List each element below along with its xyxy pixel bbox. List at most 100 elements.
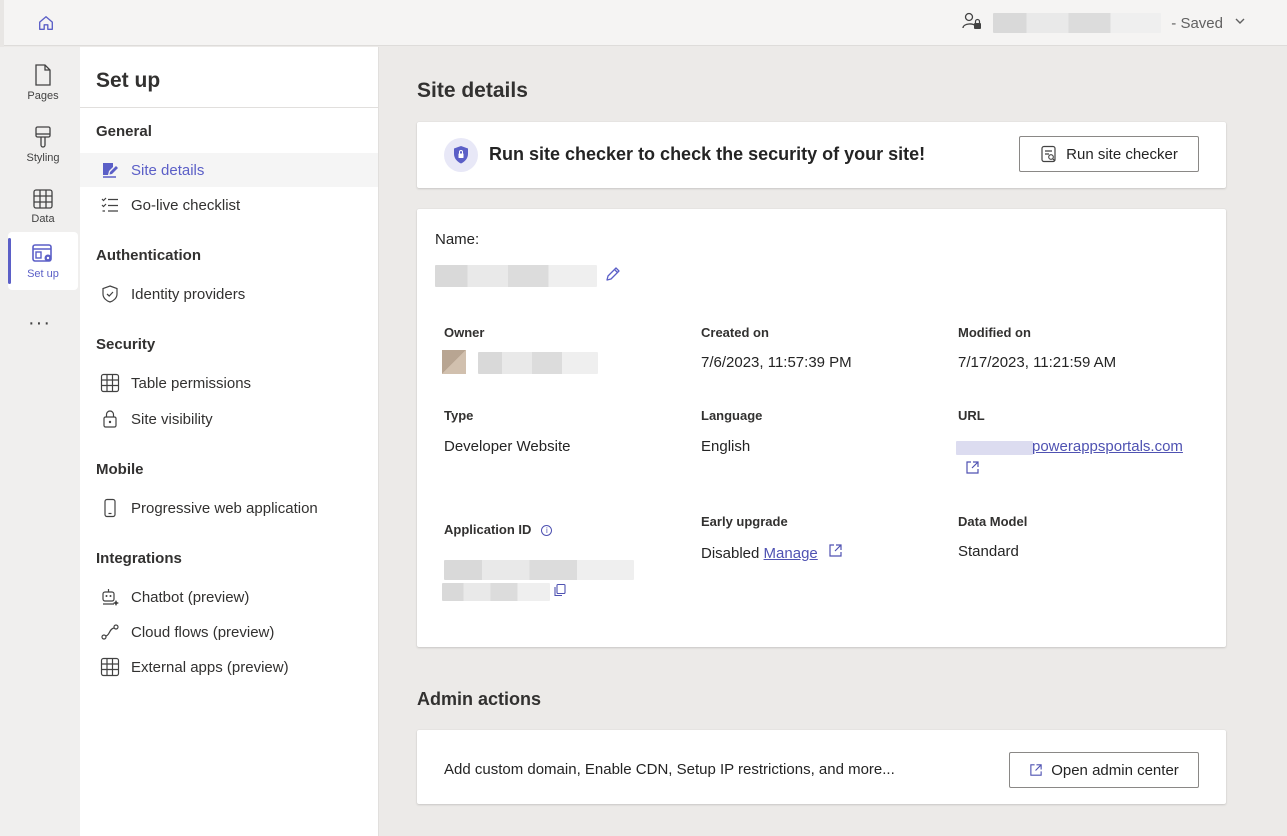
nav-label: External apps (preview): [131, 658, 289, 676]
setup-panel: Set up General Site details Go-live chec…: [80, 47, 379, 836]
run-site-checker-label: Run site checker: [1066, 145, 1178, 163]
early-upgrade-value: Disabled Manage: [701, 543, 843, 562]
site-name-redacted: [993, 13, 1162, 33]
early-upgrade-label: Early upgrade: [701, 514, 788, 529]
created-on-value: 7/6/2023, 11:57:39 PM: [701, 354, 852, 371]
name-label: Name:: [435, 231, 480, 248]
nav-item-site-details[interactable]: Site details: [80, 153, 378, 187]
owner-name-redacted: [478, 352, 598, 374]
nav-item-cloud-flows[interactable]: Cloud flows (preview): [80, 615, 378, 649]
nav-label: Site visibility: [131, 410, 213, 428]
site-checker-card: Run site checker to check the security o…: [417, 122, 1226, 188]
nav-label: Go-live checklist: [131, 196, 241, 214]
type-value: Developer Website: [444, 438, 571, 455]
section-general: General: [96, 123, 152, 140]
section-mobile: Mobile: [96, 461, 144, 478]
data-model-label: Data Model: [958, 514, 1028, 529]
early-upgrade-status: Disabled: [701, 545, 760, 562]
type-label: Type: [444, 408, 474, 423]
section-authentication: Authentication: [96, 247, 201, 264]
main-content: Site details Run site checker to check t…: [380, 47, 1287, 836]
rail-label: Set up: [27, 267, 59, 280]
modified-on-value: 7/17/2023, 11:21:59 AM: [958, 354, 1117, 371]
left-rail: Pages Styling Data Set up ···: [0, 47, 80, 836]
site-checker-message: Run site checker to check the security o…: [489, 144, 926, 164]
nav-item-chatbot[interactable]: Chatbot (preview): [80, 580, 378, 614]
external-link-icon: [1030, 764, 1042, 776]
nav-item-progressive-web-application[interactable]: Progressive web application: [80, 491, 378, 525]
rail-item-styling[interactable]: Styling: [8, 115, 78, 173]
application-id-label-text: Application ID: [444, 522, 532, 537]
site-url-link[interactable]: powerappsportals.com: [1032, 438, 1183, 455]
language-label: Language: [701, 408, 763, 423]
admin-actions-description: Add custom domain, Enable CDN, Setup IP …: [444, 761, 895, 778]
site-status: - Saved: [961, 10, 1247, 36]
rail-label: Styling: [26, 151, 60, 164]
manage-link[interactable]: Manage: [764, 545, 818, 562]
copy-icon[interactable]: [553, 583, 567, 602]
site-details-card: Name: Owner Created on 7/6/2023, 11:57:3…: [417, 209, 1226, 647]
setup-title: Set up: [96, 69, 161, 92]
rail-label: Data: [31, 212, 55, 225]
table-icon: [33, 188, 53, 209]
setup-icon: [32, 243, 52, 262]
nav-label: Table permissions: [131, 374, 252, 392]
checklist-doc-icon: [1041, 145, 1056, 163]
chevron-down-icon[interactable]: [1233, 14, 1247, 32]
user-lock-icon[interactable]: [961, 10, 983, 36]
nav-label: Identity providers: [131, 285, 246, 303]
page-title: Site details: [417, 79, 528, 102]
brush-icon: [35, 125, 51, 148]
owner-label: Owner: [444, 325, 485, 340]
phone-icon: [100, 498, 120, 518]
nav-item-external-apps[interactable]: External apps (preview): [80, 650, 378, 684]
created-on-label: Created on: [701, 325, 769, 340]
nav-item-table-permissions[interactable]: Table permissions: [80, 366, 378, 400]
language-value: English: [701, 438, 751, 455]
nav-item-go-live-checklist[interactable]: Go-live checklist: [80, 188, 378, 222]
page-icon: [35, 63, 51, 86]
url-prefix-redacted: [956, 441, 1033, 455]
more-icon[interactable]: ···: [28, 312, 51, 335]
info-icon[interactable]: i: [541, 525, 553, 536]
table-icon: [100, 373, 120, 393]
admin-actions-card: Add custom domain, Enable CDN, Setup IP …: [417, 730, 1226, 804]
admin-actions-title: Admin actions: [417, 689, 542, 709]
run-site-checker-button[interactable]: Run site checker: [1019, 136, 1199, 172]
shield-icon: [444, 138, 478, 172]
url-label: URL: [958, 408, 985, 423]
open-admin-center-button[interactable]: Open admin center: [1009, 752, 1199, 788]
divider: [80, 107, 378, 108]
home-icon[interactable]: [30, 10, 62, 36]
saved-status: - Saved: [1171, 14, 1223, 32]
bot-icon: [100, 587, 120, 607]
section-integrations: Integrations: [96, 550, 182, 567]
external-link-icon[interactable]: [828, 544, 843, 562]
rail-item-pages[interactable]: Pages: [8, 53, 78, 111]
nav-item-identity-providers[interactable]: Identity providers: [80, 277, 378, 311]
rail-item-setup[interactable]: Set up: [8, 232, 78, 290]
shield-check-icon: [100, 284, 120, 304]
avatar: [442, 350, 466, 374]
rail-item-data[interactable]: Data: [8, 177, 78, 235]
data-model-value: Standard: [958, 543, 1019, 560]
edit-page-icon: [100, 160, 120, 180]
edit-name-icon[interactable]: [603, 264, 623, 289]
nav-label: Site details: [131, 161, 205, 179]
nav-label: Chatbot (preview): [131, 588, 250, 606]
application-id-redacted: [444, 560, 634, 580]
rail-label: Pages: [27, 89, 59, 102]
checklist-icon: [100, 195, 120, 215]
nav-label: Progressive web application: [131, 499, 318, 517]
section-security: Security: [96, 336, 156, 353]
open-admin-center-label: Open admin center: [1051, 761, 1179, 779]
nav-label: Cloud flows (preview): [131, 623, 275, 641]
top-bar: - Saved: [0, 0, 1287, 46]
external-link-icon[interactable]: [965, 460, 980, 480]
nav-item-site-visibility[interactable]: Site visibility: [80, 402, 378, 436]
application-id-redacted-line2: [442, 583, 550, 601]
application-id-label: Application ID i: [444, 522, 553, 537]
flow-icon: [100, 622, 120, 642]
modified-on-label: Modified on: [958, 325, 1031, 340]
lock-icon: [100, 409, 120, 429]
